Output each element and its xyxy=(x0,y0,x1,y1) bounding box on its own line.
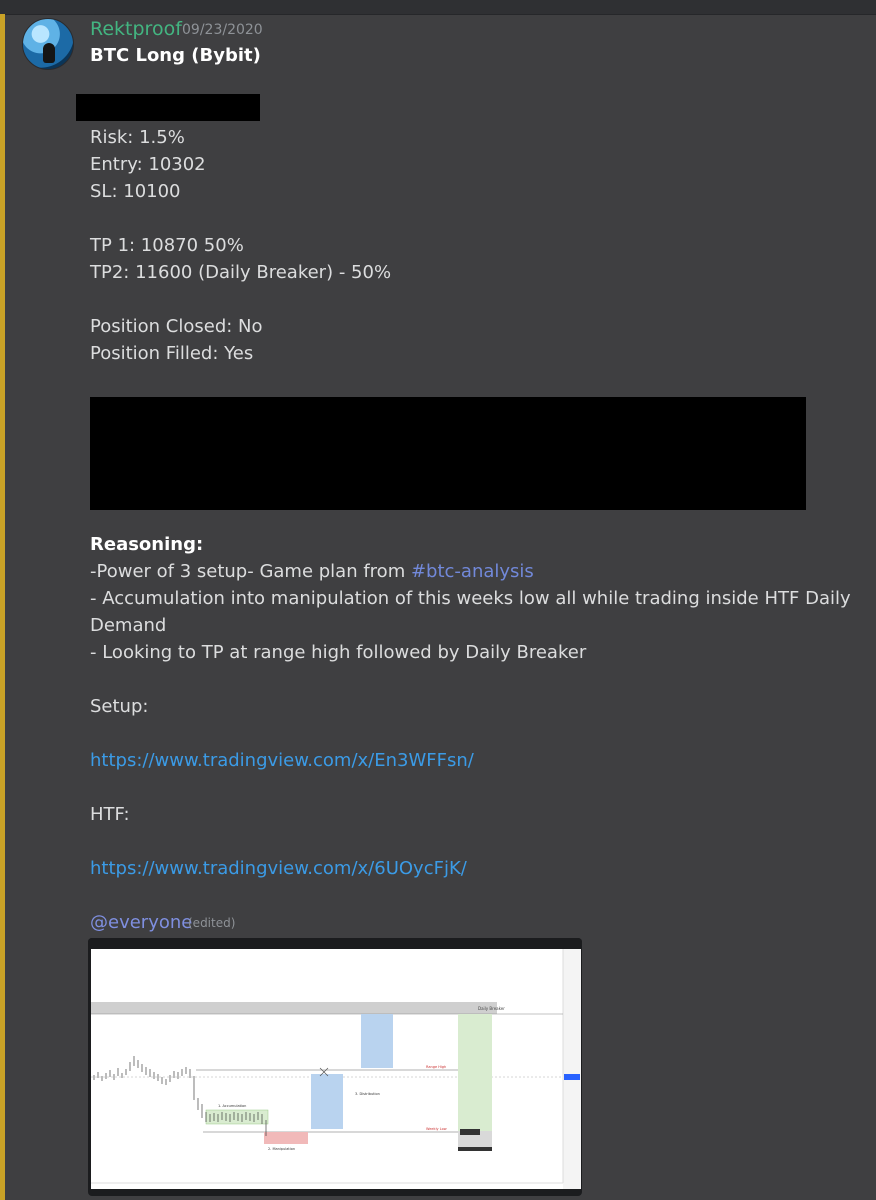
redacted-block-middle xyxy=(90,397,806,510)
manipulation-zone xyxy=(264,1132,308,1144)
tp2-line: TP2: 11600 (Daily Breaker) - 50% xyxy=(90,262,392,283)
user-avatar[interactable] xyxy=(22,18,74,70)
accumulation-label: 1. Accumulation xyxy=(218,1104,246,1108)
current-price-tag xyxy=(564,1074,580,1080)
edited-marker: (edited) xyxy=(188,916,236,930)
position-label-box xyxy=(460,1129,480,1135)
reasoning-line-3: - Looking to TP at range high followed b… xyxy=(90,642,587,663)
distribution-label: 3. Distribution xyxy=(355,1092,380,1096)
setup-label: Setup: xyxy=(90,696,149,717)
reasoning-line-2: - Accumulation into manipulation of this… xyxy=(90,588,851,609)
reasoning-line-1: -Power of 3 setup- Game plan from #btc-a… xyxy=(90,561,534,582)
entry-line: Entry: 10302 xyxy=(90,154,206,175)
top-divider xyxy=(0,0,876,15)
price-axis xyxy=(563,949,581,1189)
reasoning-heading: Reasoning: xyxy=(90,534,204,555)
mention-highlight-bar xyxy=(0,14,5,1200)
reasoning-line-1-text: -Power of 3 setup- Game plan from xyxy=(90,561,411,582)
message-title: BTC Long (Bybit) xyxy=(90,45,261,66)
daily-breaker-zone xyxy=(91,1002,497,1014)
everyone-mention[interactable]: @everyone xyxy=(90,912,192,933)
reasoning-line-2-cont: Demand xyxy=(90,615,167,636)
chart-image: Daily Breaker Range High Weekly Low 1. A… xyxy=(88,938,582,1189)
position-closed-line: Position Closed: No xyxy=(90,316,263,337)
sl-line: SL: 10100 xyxy=(90,181,181,202)
blue-projection-2 xyxy=(361,1014,393,1068)
setup-link[interactable]: https://www.tradingview.com/x/En3WFFsn/ xyxy=(90,750,474,771)
risk-line: Risk: 1.5% xyxy=(90,127,185,148)
channel-link[interactable]: #btc-analysis xyxy=(411,561,534,582)
long-tp-zone xyxy=(458,1014,492,1131)
chart-background xyxy=(91,949,581,1189)
htf-link[interactable]: https://www.tradingview.com/x/6UOycFjK/ xyxy=(90,858,467,879)
position-footer-box xyxy=(458,1147,492,1151)
avatar-figure-icon xyxy=(43,43,55,63)
weekly-low-label: Weekly Low xyxy=(426,1127,447,1131)
redacted-block-top xyxy=(76,94,260,121)
daily-breaker-label: Daily Breaker xyxy=(478,1006,505,1011)
htf-label: HTF: xyxy=(90,804,130,825)
blue-projection-1 xyxy=(311,1074,343,1129)
manipulation-label: 2. Manipulation xyxy=(268,1147,295,1151)
chart-image-attachment[interactable]: Daily Breaker Range High Weekly Low 1. A… xyxy=(88,938,582,1196)
message-timestamp: 09/23/2020 xyxy=(182,22,263,38)
range-high-label: Range High xyxy=(426,1065,446,1069)
image-header-bar xyxy=(88,938,582,950)
accumulation-zone xyxy=(205,1109,269,1125)
tp1-line: TP 1: 10870 50% xyxy=(90,235,244,256)
position-filled-line: Position Filled: Yes xyxy=(90,343,254,364)
message-username[interactable]: Rektproof xyxy=(90,18,182,40)
